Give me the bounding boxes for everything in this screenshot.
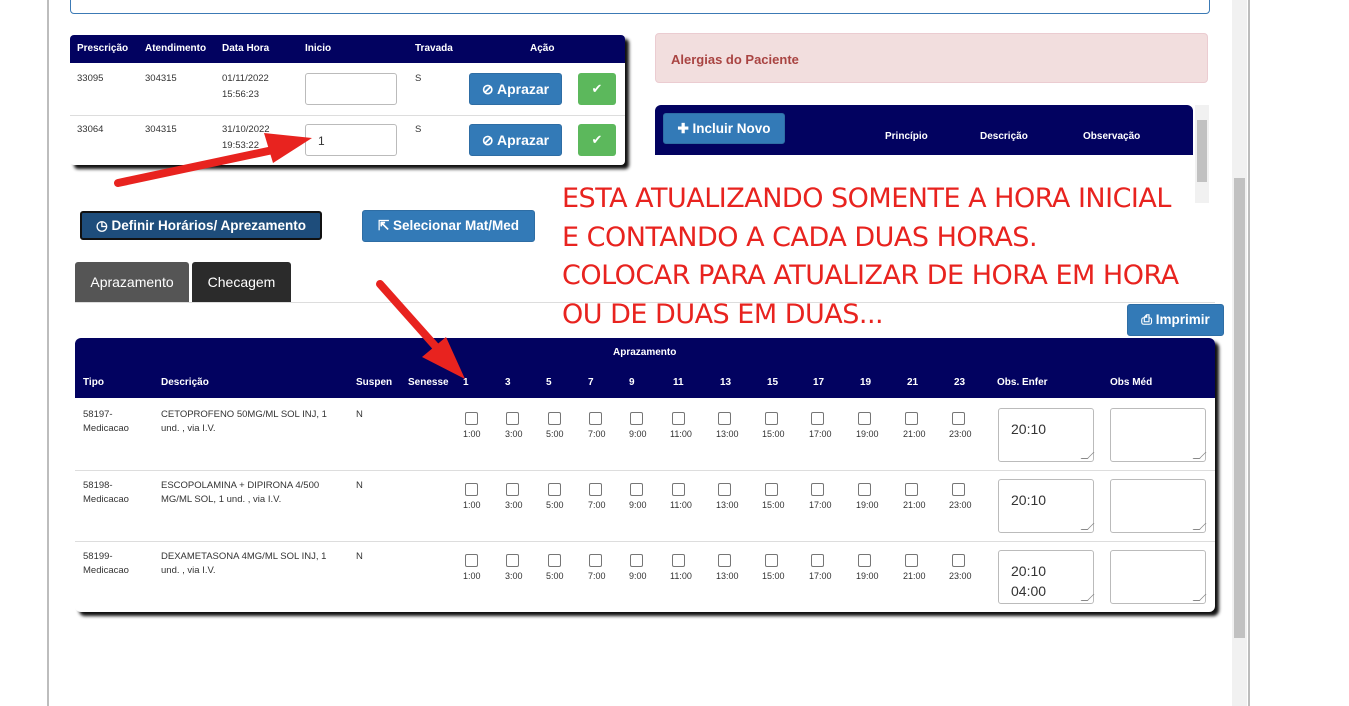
red-arrow-icon [376,280,465,379]
annotation-arrows [114,133,465,379]
red-arrow-icon [114,133,312,187]
